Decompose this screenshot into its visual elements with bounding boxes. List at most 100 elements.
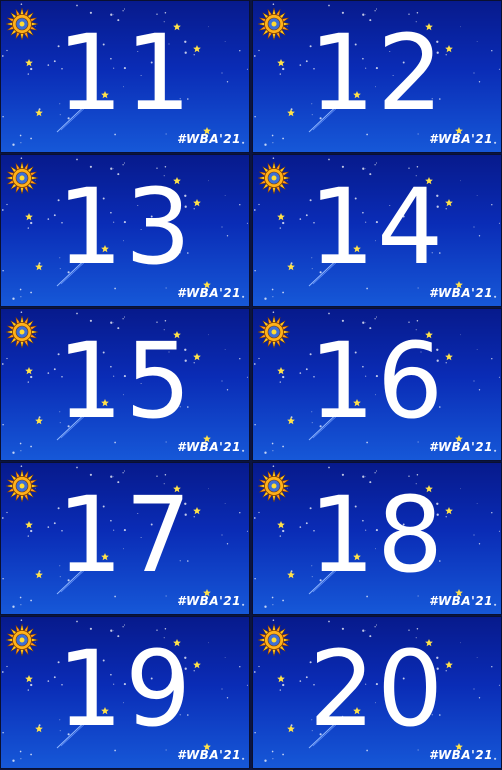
card-number: 14 bbox=[308, 166, 446, 288]
star-dot bbox=[123, 470, 126, 472]
star-dot bbox=[282, 291, 284, 294]
star-dot bbox=[264, 759, 267, 762]
star-dot bbox=[242, 449, 245, 452]
star-dot bbox=[19, 288, 22, 291]
star-dot bbox=[76, 158, 78, 161]
star-dot bbox=[30, 599, 32, 602]
star-dot bbox=[271, 288, 274, 291]
hashtag-label: #WBA'21 bbox=[429, 286, 493, 300]
star-dot bbox=[272, 311, 275, 313]
star-dot bbox=[20, 311, 23, 313]
card-number: 19 bbox=[56, 628, 194, 750]
star-dot bbox=[272, 619, 275, 621]
star-dot bbox=[20, 3, 23, 5]
number-card: 12 #WBA'21 bbox=[252, 0, 502, 153]
star-dot bbox=[264, 451, 267, 454]
star-dot bbox=[271, 442, 274, 445]
star-dot bbox=[20, 758, 22, 760]
star-dot bbox=[20, 157, 23, 159]
hashtag-label: #WBA'21 bbox=[429, 440, 493, 454]
star-dot bbox=[12, 451, 15, 454]
star-dot bbox=[12, 297, 15, 300]
star-dot bbox=[375, 8, 378, 10]
hashtag-label: #WBA'21 bbox=[429, 594, 493, 608]
star-dot bbox=[19, 442, 22, 445]
star-dot bbox=[20, 142, 22, 144]
star-dot bbox=[272, 450, 274, 452]
number-card: 17 #WBA'21 bbox=[0, 462, 250, 615]
star-dot bbox=[123, 316, 126, 318]
star-dot bbox=[282, 137, 284, 140]
star-dot bbox=[375, 316, 378, 318]
star-dot bbox=[76, 4, 78, 7]
star-dot bbox=[282, 445, 284, 448]
hashtag-label: #WBA'21 bbox=[177, 594, 241, 608]
star-dot bbox=[242, 141, 245, 144]
star-dot bbox=[494, 757, 497, 760]
star-dot bbox=[328, 312, 330, 315]
card-number: 15 bbox=[56, 320, 194, 442]
star-dot bbox=[272, 3, 275, 5]
star-dot bbox=[272, 296, 274, 298]
hashtag-label: #WBA'21 bbox=[177, 132, 241, 146]
star-dot bbox=[272, 758, 274, 760]
star-dot bbox=[375, 624, 378, 626]
number-card: 13 #WBA'21 bbox=[0, 154, 250, 307]
star-dot bbox=[375, 162, 378, 164]
star-dot bbox=[30, 137, 32, 140]
star-dot bbox=[76, 466, 78, 469]
star-dot bbox=[272, 142, 274, 144]
star-dot bbox=[264, 605, 267, 608]
star-dot bbox=[272, 465, 275, 467]
card-grid: 11 #WBA'21 12 #WBA'21 13 #WBA'21 14 #WBA… bbox=[0, 0, 502, 770]
star-dot bbox=[76, 312, 78, 315]
star-dot bbox=[271, 750, 274, 753]
star-dot bbox=[375, 470, 378, 472]
star-dot bbox=[328, 158, 330, 161]
star-dot bbox=[12, 605, 15, 608]
star-dot bbox=[123, 624, 126, 626]
star-dot bbox=[242, 295, 245, 298]
hashtag-label: #WBA'21 bbox=[429, 748, 493, 762]
star-dot bbox=[494, 141, 497, 144]
star-dot bbox=[123, 8, 126, 10]
number-card: 11 #WBA'21 bbox=[0, 0, 250, 153]
star-dot bbox=[30, 445, 32, 448]
card-number: 16 bbox=[308, 320, 446, 442]
number-card: 14 #WBA'21 bbox=[252, 154, 502, 307]
star-dot bbox=[20, 604, 22, 606]
card-number: 18 bbox=[308, 474, 446, 596]
card-number: 12 bbox=[308, 12, 446, 134]
star-dot bbox=[20, 619, 23, 621]
star-dot bbox=[19, 134, 22, 137]
star-dot bbox=[494, 295, 497, 298]
star-dot bbox=[20, 296, 22, 298]
star-dot bbox=[264, 297, 267, 300]
star-dot bbox=[12, 759, 15, 762]
number-card: 18 #WBA'21 bbox=[252, 462, 502, 615]
star-dot bbox=[30, 291, 32, 294]
card-number: 20 bbox=[308, 628, 446, 750]
hashtag-label: #WBA'21 bbox=[177, 286, 241, 300]
star-dot bbox=[30, 753, 32, 756]
number-card: 16 #WBA'21 bbox=[252, 308, 502, 461]
star-dot bbox=[328, 4, 330, 7]
star-dot bbox=[328, 466, 330, 469]
card-number: 11 bbox=[56, 12, 194, 134]
number-card: 20 #WBA'21 bbox=[252, 616, 502, 769]
star-dot bbox=[282, 753, 284, 756]
star-dot bbox=[328, 620, 330, 623]
hashtag-label: #WBA'21 bbox=[177, 440, 241, 454]
star-dot bbox=[271, 596, 274, 599]
star-dot bbox=[12, 143, 15, 146]
star-dot bbox=[242, 603, 245, 606]
star-dot bbox=[264, 143, 267, 146]
star-dot bbox=[272, 604, 274, 606]
star-dot bbox=[76, 620, 78, 623]
number-card: 19 #WBA'21 bbox=[0, 616, 250, 769]
star-dot bbox=[272, 157, 275, 159]
star-dot bbox=[242, 757, 245, 760]
hashtag-label: #WBA'21 bbox=[177, 748, 241, 762]
number-card: 15 #WBA'21 bbox=[0, 308, 250, 461]
card-number: 17 bbox=[56, 474, 194, 596]
